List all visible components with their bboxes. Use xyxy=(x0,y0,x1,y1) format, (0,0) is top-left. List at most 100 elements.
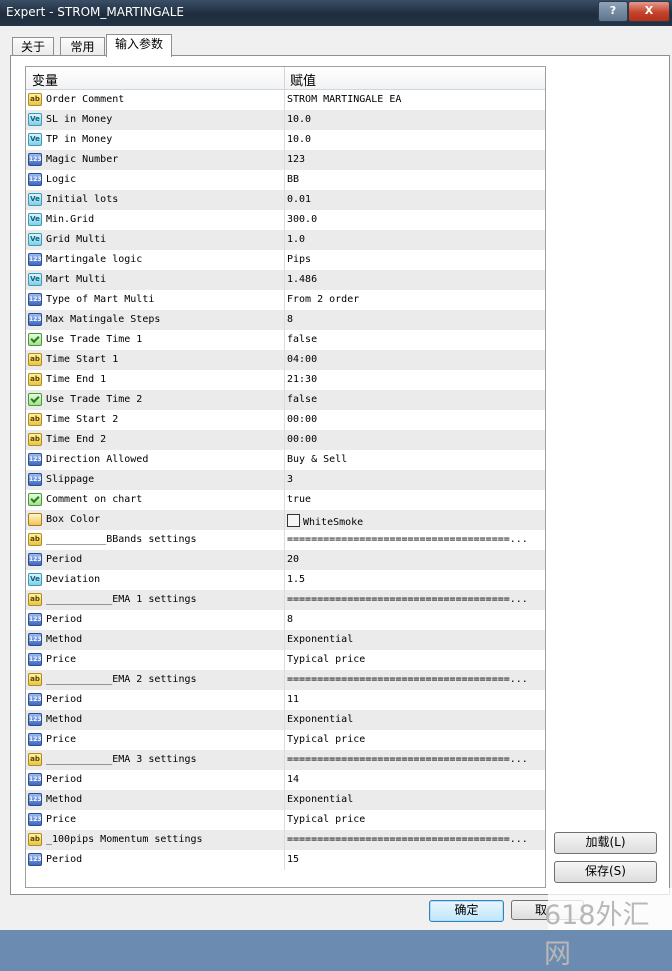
tab-common[interactable]: 常用 xyxy=(60,37,105,57)
parameter-value[interactable]: 123 xyxy=(287,154,542,165)
parameter-row[interactable]: 123 Method Exponential xyxy=(26,790,545,810)
parameter-value[interactable]: Typical price xyxy=(287,814,542,825)
parameter-row[interactable]: 123 Price Typical price xyxy=(26,810,545,830)
parameter-value[interactable]: Pips xyxy=(287,254,542,265)
parameter-name: Price xyxy=(46,814,77,825)
parameter-row[interactable]: 123 Period 11 xyxy=(26,690,545,710)
parameter-value[interactable]: 8 xyxy=(287,314,542,325)
parameter-value[interactable]: Exponential xyxy=(287,794,542,805)
parameter-row[interactable]: Ve Min.Grid 300.0 xyxy=(26,210,545,230)
parameter-value[interactable]: =====================================... xyxy=(287,674,542,685)
parameter-value[interactable]: 10.0 xyxy=(287,114,542,125)
parameter-value[interactable]: 8 xyxy=(287,614,542,625)
tab-inputs[interactable]: 输入参数 xyxy=(106,34,172,57)
parameter-value[interactable]: 21:30 xyxy=(287,374,542,385)
parameter-row[interactable]: ab Order Comment STROM MARTINGALE EA xyxy=(26,90,545,110)
parameter-value[interactable]: 11 xyxy=(287,694,542,705)
parameter-row[interactable]: Ve Grid Multi 1.0 xyxy=(26,230,545,250)
parameter-value[interactable]: 00:00 xyxy=(287,414,542,425)
close-button[interactable]: X xyxy=(628,1,670,22)
parameter-row[interactable]: 123 Method Exponential xyxy=(26,710,545,730)
tab-about[interactable]: 关于 xyxy=(12,37,54,57)
parameter-row[interactable]: 123 Max Matingale Steps 8 xyxy=(26,310,545,330)
parameter-row[interactable]: Ve Mart Multi 1.486 xyxy=(26,270,545,290)
parameter-name: Max Matingale Steps xyxy=(46,314,161,325)
parameter-value[interactable]: 14 xyxy=(287,774,542,785)
parameter-value[interactable]: =====================================... xyxy=(287,754,542,765)
parameter-row[interactable]: 123 Period 8 xyxy=(26,610,545,630)
parameter-value[interactable]: BB xyxy=(287,174,542,185)
parameter-row[interactable]: 123 Period 20 xyxy=(26,550,545,570)
parameter-value[interactable]: 1.5 xyxy=(287,574,542,585)
cell-divider xyxy=(284,310,285,330)
load-button[interactable]: 加载(L) xyxy=(554,832,657,854)
parameter-row[interactable]: ab Time Start 1 04:00 xyxy=(26,350,545,370)
parameter-value[interactable]: 10.0 xyxy=(287,134,542,145)
parameter-value[interactable]: From 2 order xyxy=(287,294,542,305)
parameter-row[interactable]: 123 Magic Number 123 xyxy=(26,150,545,170)
parameter-value[interactable]: 15 xyxy=(287,854,542,865)
parameter-row[interactable]: Box Color WhiteSmoke xyxy=(26,510,545,530)
column-header-variable[interactable]: 变量 xyxy=(32,70,58,89)
string-type-icon: ab xyxy=(28,373,42,386)
parameter-value[interactable]: Exponential xyxy=(287,634,542,645)
parameter-row[interactable]: Ve TP in Money 10.0 xyxy=(26,130,545,150)
parameter-name: Time End 1 xyxy=(46,374,107,385)
parameter-row[interactable]: ab _100pips Momentum settings ============… xyxy=(26,830,545,850)
column-header-value[interactable]: 赋值 xyxy=(290,70,316,89)
cell-divider xyxy=(284,450,285,470)
parameter-row[interactable]: 123 Price Typical price xyxy=(26,730,545,750)
parameter-value[interactable]: Exponential xyxy=(287,714,542,725)
parameter-row[interactable]: ab Time Start 2 00:00 xyxy=(26,410,545,430)
parameter-value[interactable]: 3 xyxy=(287,474,542,485)
integer-type-icon: 123 xyxy=(28,173,42,186)
parameter-row[interactable]: 123 Type of Mart Multi From 2 order xyxy=(26,290,545,310)
parameter-value[interactable]: STROM MARTINGALE EA xyxy=(287,94,542,105)
parameter-name: Method xyxy=(46,794,83,805)
ok-button[interactable]: 确定 xyxy=(429,900,504,922)
parameter-name: Price xyxy=(46,734,77,745)
parameter-value[interactable]: Typical price xyxy=(287,654,542,665)
parameter-row[interactable]: 123 Method Exponential xyxy=(26,630,545,650)
help-button[interactable]: ? xyxy=(598,1,628,22)
parameter-value[interactable]: WhiteSmoke xyxy=(287,514,542,528)
parameter-row[interactable]: 123 Period 15 xyxy=(26,850,545,870)
parameter-row[interactable]: ab __________BBands settings =============… xyxy=(26,530,545,550)
parameter-row[interactable]: Ve Deviation 1.5 xyxy=(26,570,545,590)
integer-type-icon: 123 xyxy=(28,653,42,666)
parameter-row[interactable]: ab ___________EMA 3 settings =============… xyxy=(26,750,545,770)
parameter-row[interactable]: Ve Initial lots 0.01 xyxy=(26,190,545,210)
parameter-row[interactable]: ab ___________EMA 1 settings =============… xyxy=(26,590,545,610)
parameter-value[interactable]: 1.486 xyxy=(287,274,542,285)
parameter-value[interactable]: Buy & Sell xyxy=(287,454,542,465)
parameter-row[interactable]: 123 Period 14 xyxy=(26,770,545,790)
column-divider[interactable] xyxy=(284,67,285,89)
parameter-value[interactable]: =====================================... xyxy=(287,834,542,845)
parameter-value[interactable]: false xyxy=(287,394,542,405)
parameter-value[interactable]: 04:00 xyxy=(287,354,542,365)
parameter-row[interactable]: ab Time End 2 00:00 xyxy=(26,430,545,450)
parameter-value[interactable]: true xyxy=(287,494,542,505)
parameter-row[interactable]: 123 Slippage 3 xyxy=(26,470,545,490)
parameter-value[interactable]: false xyxy=(287,334,542,345)
parameter-row[interactable]: 123 Direction Allowed Buy & Sell xyxy=(26,450,545,470)
save-button[interactable]: 保存(S) xyxy=(554,861,657,883)
parameter-row[interactable]: 123 Martingale logic Pips xyxy=(26,250,545,270)
parameter-row[interactable]: Ve SL in Money 10.0 xyxy=(26,110,545,130)
title-bar[interactable]: Expert - STROM_MARTINGALE ? X xyxy=(0,0,672,26)
parameter-value[interactable]: 300.0 xyxy=(287,214,542,225)
parameter-value[interactable]: =====================================... xyxy=(287,594,542,605)
parameter-row[interactable]: Use Trade Time 1 false xyxy=(26,330,545,350)
parameter-row[interactable]: 123 Price Typical price xyxy=(26,650,545,670)
parameter-value[interactable]: =====================================... xyxy=(287,534,542,545)
parameter-value[interactable]: 00:00 xyxy=(287,434,542,445)
parameter-row[interactable]: Comment on chart true xyxy=(26,490,545,510)
parameter-value[interactable]: 20 xyxy=(287,554,542,565)
parameter-value[interactable]: Typical price xyxy=(287,734,542,745)
parameter-value[interactable]: 0.01 xyxy=(287,194,542,205)
parameter-row[interactable]: ab Time End 1 21:30 xyxy=(26,370,545,390)
parameter-row[interactable]: Use Trade Time 2 false xyxy=(26,390,545,410)
parameter-row[interactable]: ab ___________EMA 2 settings =============… xyxy=(26,670,545,690)
parameter-row[interactable]: 123 Logic BB xyxy=(26,170,545,190)
parameter-value[interactable]: 1.0 xyxy=(287,234,542,245)
